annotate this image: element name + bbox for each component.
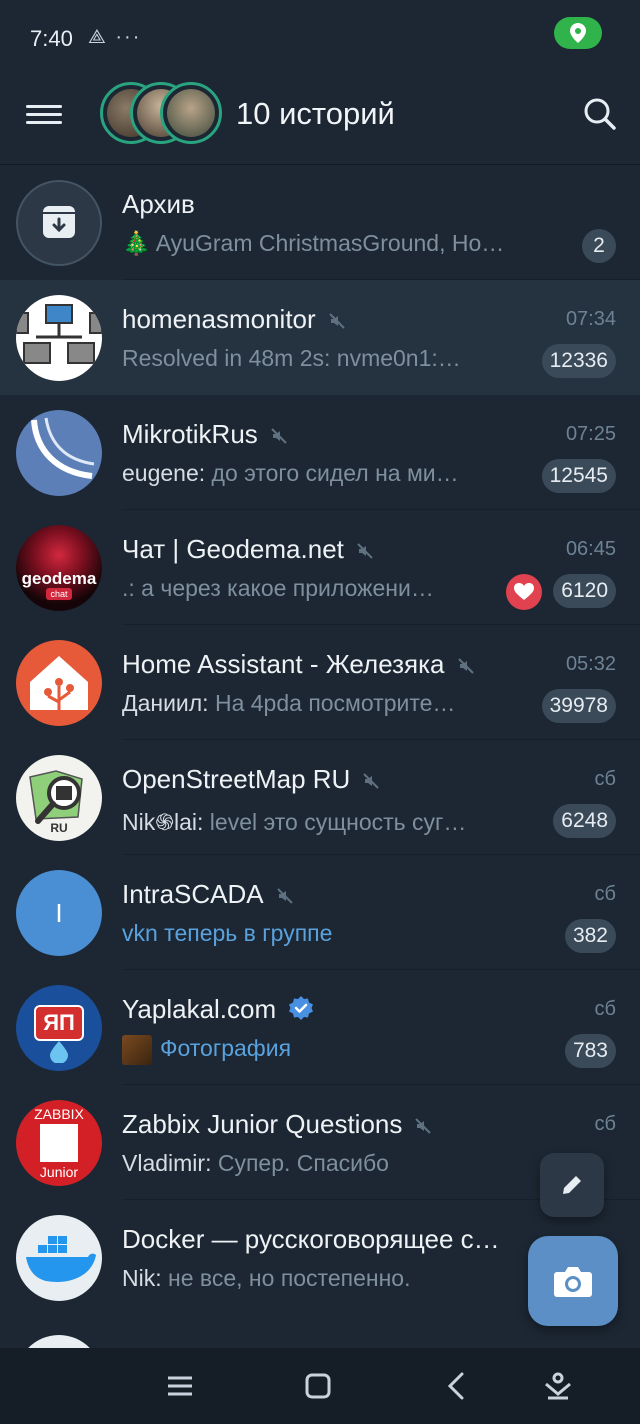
chat-title: Home Assistant - Железяка bbox=[122, 649, 475, 682]
new-message-button[interactable] bbox=[540, 1153, 604, 1217]
chat-time: сб bbox=[594, 883, 616, 905]
chat-time: 07:25 bbox=[565, 423, 616, 445]
unread-badge: 12336 bbox=[541, 344, 616, 378]
location-pin-icon bbox=[554, 17, 602, 49]
hamburger-menu-icon[interactable] bbox=[26, 100, 62, 130]
chat-title: MikrotikRus bbox=[122, 419, 288, 452]
chat-time: 05:32 bbox=[565, 653, 616, 675]
verified-icon bbox=[288, 995, 314, 1028]
unread-badge: 39978 bbox=[541, 689, 616, 723]
avatar-text-bottom: Junior bbox=[39, 1164, 79, 1180]
top-app-bar: 10 историй bbox=[0, 72, 640, 165]
chat-time: сб bbox=[594, 998, 616, 1020]
avatar bbox=[16, 295, 102, 381]
heart-reaction-icon bbox=[506, 574, 542, 610]
unread-badge: 2 bbox=[582, 229, 616, 263]
avatar bbox=[16, 640, 102, 726]
archive-row[interactable]: Архив 🎄 AyuGram ChristmasGround, Но… 2 bbox=[0, 165, 640, 280]
avatar-letter: I bbox=[55, 898, 63, 928]
chat-preview: vkn теперь в группе bbox=[122, 920, 333, 946]
muted-icon bbox=[276, 881, 294, 912]
stories-title[interactable]: 10 историй bbox=[236, 96, 395, 132]
recent-apps-icon[interactable] bbox=[160, 1368, 200, 1404]
unread-badge: 6120 bbox=[553, 574, 616, 608]
unread-badge: 6248 bbox=[553, 804, 616, 838]
unread-badge: 783 bbox=[564, 1034, 616, 1068]
back-icon[interactable] bbox=[438, 1368, 478, 1404]
muted-icon bbox=[270, 421, 288, 452]
muted-icon bbox=[362, 766, 380, 797]
chat-time: 06:45 bbox=[565, 538, 616, 560]
muted-icon bbox=[356, 536, 374, 567]
avatar: geodema chat bbox=[16, 525, 102, 611]
avatar-text-top: ZABBIX bbox=[34, 1106, 84, 1122]
search-icon[interactable] bbox=[582, 96, 618, 132]
avatar: ЯП bbox=[16, 985, 102, 1071]
avatar-text: RU bbox=[50, 821, 68, 835]
chat-preview: Nik֍lai: level это сущность суг… bbox=[122, 809, 467, 835]
chat-row-geodema[interactable]: geodema chat Чат | Geodema.net 06:45 .: … bbox=[0, 510, 640, 625]
avatar: RU bbox=[16, 755, 102, 841]
chat-preview: 🎄 AyuGram ChristmasGround, Но… bbox=[122, 230, 505, 256]
archive-box-icon bbox=[16, 180, 102, 266]
chat-preview: .: а через какое приложени… bbox=[122, 575, 434, 601]
home-icon[interactable] bbox=[298, 1368, 338, 1404]
avatar: ZABBIX Junior bbox=[16, 1100, 102, 1186]
avatar: I bbox=[16, 870, 102, 956]
avatar-text: ЯП bbox=[34, 1005, 84, 1041]
chat-row-homenasmonitor[interactable]: homenasmonitor 07:34 Resolved in 48m 2s:… bbox=[0, 280, 640, 395]
new-story-button[interactable] bbox=[528, 1236, 618, 1326]
chat-title: homenasmonitor bbox=[122, 304, 346, 337]
avatar-text: geodema bbox=[21, 569, 97, 588]
muted-icon bbox=[328, 306, 346, 337]
muted-icon bbox=[457, 651, 475, 682]
chat-row-openstreetmap[interactable]: RU OpenStreetMap RU сб Nik֍lai: level эт… bbox=[0, 740, 640, 855]
chat-title: Yaplakal.com bbox=[122, 994, 314, 1028]
chat-preview: Nik: не все, но постепенно. bbox=[122, 1265, 411, 1291]
avatar bbox=[16, 1215, 102, 1301]
muted-icon bbox=[414, 1111, 432, 1142]
chat-preview: eugene: до этого сидел на ми… bbox=[122, 460, 459, 486]
chat-row-mikrotikrus[interactable]: MikrotikRus 07:25 eugene: до этого сидел… bbox=[0, 395, 640, 510]
chat-title: IntraSCADA bbox=[122, 879, 294, 912]
chat-preview: Фотография bbox=[122, 1035, 522, 1065]
chat-title: Архив bbox=[122, 189, 195, 219]
chat-title: Docker — русскоговорящее с… bbox=[122, 1224, 500, 1254]
avatar-subtext: chat bbox=[46, 588, 72, 600]
chat-preview: Даниил: На 4pda посмотрите… bbox=[122, 690, 456, 716]
status-notification-icons: ⟁ ··· bbox=[88, 26, 142, 48]
pencil-icon bbox=[563, 1176, 581, 1194]
chat-title: OpenStreetMap RU bbox=[122, 764, 380, 797]
story-avatar[interactable] bbox=[160, 82, 222, 144]
chat-title: Чат | Geodema.net bbox=[122, 534, 374, 567]
chat-time: сб bbox=[594, 1113, 616, 1135]
avatar-document-icon bbox=[40, 1124, 78, 1162]
chat-preview: Resolved in 48m 2s: nvme0n1:… bbox=[122, 345, 461, 371]
unread-badge: 382 bbox=[564, 919, 616, 953]
stories-avatars[interactable] bbox=[100, 82, 222, 146]
assistant-icon[interactable] bbox=[538, 1368, 578, 1404]
chat-row-home-assistant[interactable]: Home Assistant - Железяка 05:32 Даниил: … bbox=[0, 625, 640, 740]
status-time: 7:40 bbox=[30, 26, 73, 51]
avatar bbox=[16, 410, 102, 496]
status-bar: 7:40 ⟁ ··· bbox=[0, 0, 640, 72]
unread-badge: 12545 bbox=[541, 459, 616, 493]
chat-row-intrascada[interactable]: I IntraSCADA сб vkn теперь в группе 382 bbox=[0, 855, 640, 970]
system-navigation-bar bbox=[0, 1348, 640, 1424]
photo-thumbnail bbox=[122, 1035, 152, 1065]
chat-row-yaplakal[interactable]: ЯП Yaplakal.com сб Фотография 783 bbox=[0, 970, 640, 1085]
camera-icon bbox=[554, 1267, 592, 1297]
chat-preview: Vladimir: Супер. Спасибо bbox=[122, 1150, 389, 1176]
chat-title: Zabbix Junior Questions bbox=[122, 1109, 432, 1142]
chat-time: 07:34 bbox=[565, 308, 616, 330]
chat-time: сб bbox=[594, 768, 616, 790]
